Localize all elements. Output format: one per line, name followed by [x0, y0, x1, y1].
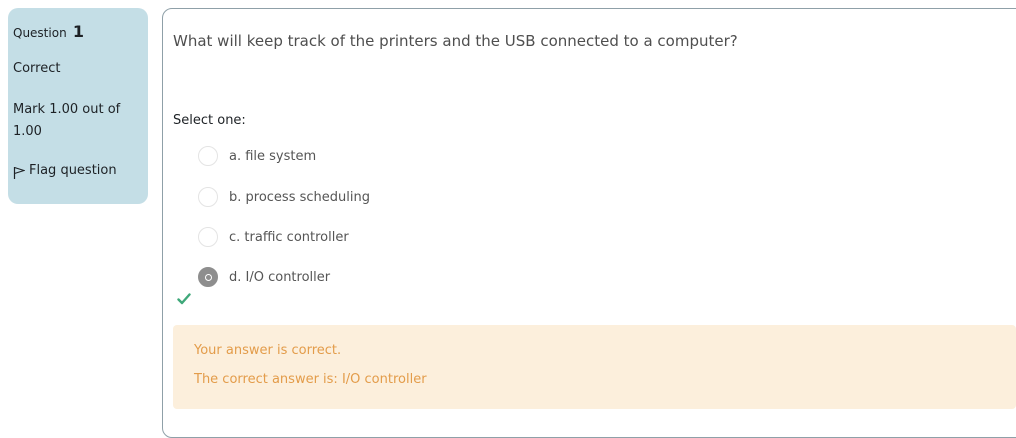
- feedback-box: Your answer is correct. The correct answ…: [173, 325, 1016, 409]
- checkmark-icon: [177, 293, 191, 305]
- radio-option-a[interactable]: [198, 146, 218, 166]
- option-label-c: c. traffic controller: [229, 229, 349, 245]
- question-content: What will keep track of the printers and…: [162, 8, 1016, 438]
- question-text: What will keep track of the printers and…: [173, 32, 738, 50]
- flag-question-link[interactable]: Flag question: [13, 162, 143, 180]
- answer-option-b[interactable]: b. process scheduling: [198, 187, 370, 207]
- option-label-a: a. file system: [229, 148, 317, 164]
- radio-option-c[interactable]: [198, 227, 218, 247]
- option-label-b: b. process scheduling: [229, 189, 370, 205]
- answer-option-c[interactable]: c. traffic controller: [198, 227, 349, 247]
- option-label-d: d. I/O controller: [229, 269, 331, 285]
- radio-option-d[interactable]: [198, 267, 218, 287]
- question-number-line: Question 1: [13, 22, 143, 42]
- radio-option-b[interactable]: [198, 187, 218, 207]
- select-one-prompt: Select one:: [173, 113, 246, 128]
- correct-answer-text: The correct answer is: I/O controller: [194, 372, 427, 387]
- answer-option-a[interactable]: a. file system: [198, 146, 316, 166]
- flag-icon: [13, 166, 25, 179]
- question-info-panel: Question 1 Correct Mark 1.00 out of 1.00…: [8, 8, 148, 204]
- answer-option-d[interactable]: d. I/O controller: [198, 267, 330, 287]
- question-state: Correct: [13, 61, 61, 76]
- flag-question-label: Flag question: [29, 163, 117, 178]
- question-grade: Mark 1.00 out of 1.00: [13, 102, 121, 139]
- question-number: 1: [72, 22, 84, 41]
- question-label: Question: [13, 26, 67, 40]
- feedback-status: Your answer is correct.: [194, 343, 342, 358]
